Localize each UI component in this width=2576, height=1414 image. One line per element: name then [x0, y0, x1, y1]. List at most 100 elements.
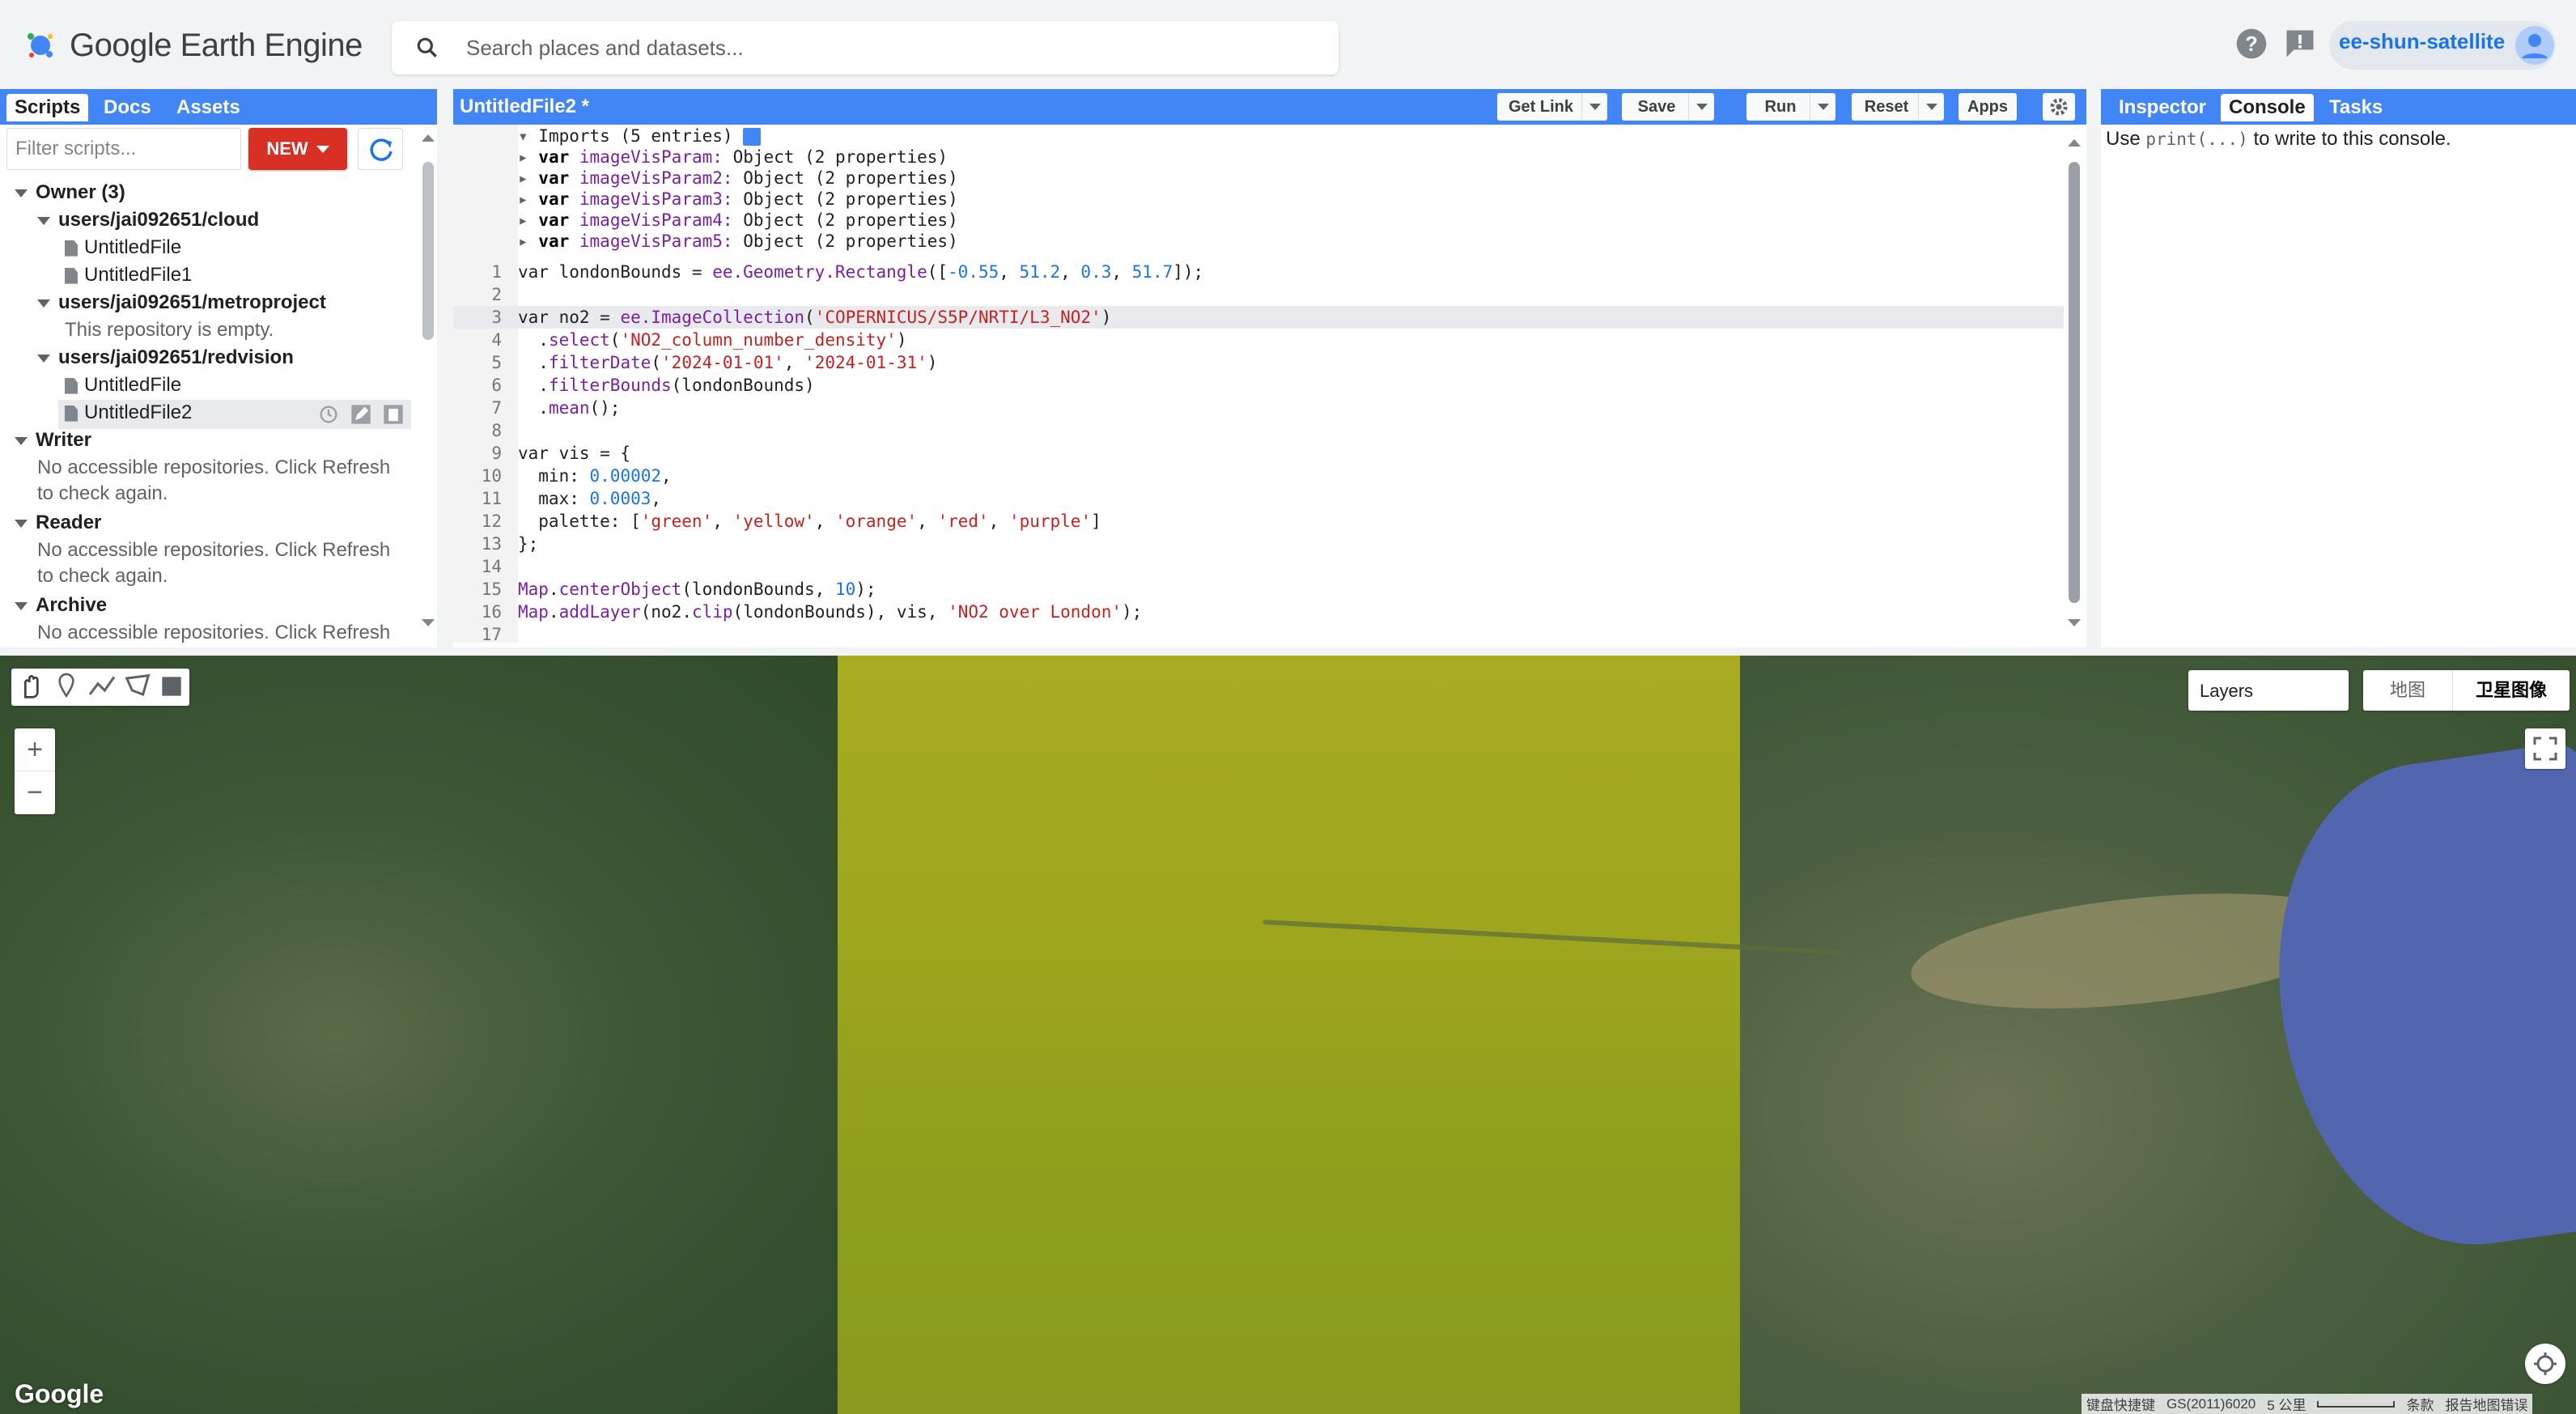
code-token: );	[1122, 602, 1143, 622]
tree-file[interactable]: UntitledFile	[65, 372, 181, 398]
code-line[interactable]: 15 Map.centerObject(londonBounds, 10);	[453, 578, 2064, 601]
tab-console[interactable]: Console	[2221, 94, 2314, 121]
code-token: 51.2	[1019, 262, 1061, 282]
code-line[interactable]: 17	[453, 623, 2064, 643]
code-line[interactable]: 10 min: 0.00002,	[453, 465, 2064, 487]
run-dropdown[interactable]	[1810, 93, 1835, 121]
tree-group-writer[interactable]: Writer	[15, 427, 91, 453]
settings-button[interactable]	[2043, 93, 2075, 121]
editor-scrollbar[interactable]	[2069, 162, 2080, 603]
scroll-up-icon[interactable]	[419, 131, 437, 144]
reset-dropdown[interactable]	[1918, 93, 1944, 121]
terms-link[interactable]: 条款	[2406, 1394, 2434, 1414]
file-title[interactable]: UntitledFile2 *	[460, 96, 589, 118]
avatar-icon[interactable]	[2515, 26, 2554, 65]
code-line[interactable]: 13};	[453, 533, 2064, 555]
reset-button[interactable]: Reset	[1852, 93, 1921, 121]
import-entry[interactable]: ▸ var imageVisParam2: Object (2 properti…	[453, 167, 2064, 189]
tree-group-reader[interactable]: Reader	[15, 510, 101, 536]
tree-repo-metroproject[interactable]: users/jai092651/metroproject	[37, 290, 326, 316]
tree-group-archive[interactable]: Archive	[15, 592, 107, 618]
zoom-out-button[interactable]: −	[15, 771, 55, 813]
code-line[interactable]: 11 max: 0.0003,	[453, 487, 2064, 510]
code-line[interactable]: 4 .select('NO2_column_number_density')	[453, 329, 2064, 351]
tree-file[interactable]: UntitledFile	[65, 235, 181, 261]
run-button[interactable]: Run	[1746, 93, 1814, 121]
import-kw: var	[538, 231, 570, 251]
top-header: Google Earth Engine ? ee-shun-satellite	[0, 0, 2576, 89]
import-entry[interactable]: ▸ var imageVisParam: Object (2 propertie…	[453, 146, 2064, 168]
filter-scripts-input[interactable]	[6, 128, 241, 170]
code-line[interactable]: 9 var vis = {	[453, 442, 2064, 465]
import-entry[interactable]: ▸ var imageVisParam5: Object (2 properti…	[453, 230, 2064, 253]
scroll-down-icon[interactable]	[419, 617, 437, 630]
code-line[interactable]: 5 .filterDate('2024-01-01', '2024-01-31'…	[453, 351, 2064, 374]
code-line[interactable]: 14	[453, 555, 2064, 578]
code-token: max:	[518, 489, 590, 508]
get-link-dropdown[interactable]	[1581, 93, 1607, 121]
tree-repo-redvision[interactable]: users/jai092651/redvision	[37, 345, 294, 371]
search-box[interactable]	[392, 21, 1339, 74]
import-entry[interactable]: ▸ var imageVisParam3: Object (2 properti…	[453, 188, 2064, 210]
google-logo: Google	[15, 1379, 104, 1408]
history-icon[interactable]	[317, 403, 340, 426]
zoom-in-button[interactable]: +	[15, 728, 55, 771]
add-marker-icon[interactable]	[50, 670, 83, 703]
refresh-button[interactable]	[358, 128, 403, 170]
tree-file-selected[interactable]: UntitledFile2	[65, 400, 192, 426]
new-button[interactable]: NEW	[248, 128, 347, 170]
import-entry[interactable]: ▸ var imageVisParam4: Object (2 properti…	[453, 209, 2064, 231]
pan-hand-icon[interactable]	[15, 670, 47, 703]
tab-assets[interactable]: Assets	[168, 94, 248, 121]
layers-button[interactable]: Layers	[2188, 670, 2349, 711]
code-line[interactable]: 16 Map.addLayer(no2.clip(londonBounds), v…	[453, 601, 2064, 623]
code-token: var no2 =	[518, 308, 621, 327]
import-kw: var	[538, 210, 570, 230]
code-line[interactable]: 1 var londonBounds = ee.Geometry.Rectangl…	[453, 261, 2064, 283]
tree-repo-cloud[interactable]: users/jai092651/cloud	[37, 207, 259, 233]
tree-group-owner[interactable]: Owner (3)	[15, 180, 125, 206]
keyboard-shortcuts-link[interactable]: 键盘快捷键	[2086, 1394, 2155, 1414]
code-area[interactable]: ▾ Imports (5 entries) ▸ var imageVisPara…	[453, 125, 2064, 643]
fullscreen-icon	[2533, 737, 2557, 761]
code-token: )	[927, 353, 938, 372]
save-button[interactable]: Save	[1622, 93, 1691, 121]
code-line[interactable]: 12 palette: ['green', 'yellow', 'orange'…	[453, 510, 2064, 533]
map-view[interactable]	[0, 656, 2576, 1414]
left-scrollbar[interactable]	[422, 162, 434, 340]
draw-rectangle-icon[interactable]	[155, 670, 188, 703]
fullscreen-button[interactable]	[2525, 728, 2565, 769]
tab-inspector[interactable]: Inspector	[2111, 94, 2214, 121]
draw-line-icon[interactable]	[86, 670, 118, 703]
delete-icon[interactable]	[382, 403, 405, 426]
help-icon[interactable]: ?	[2234, 26, 2269, 62]
app-logo[interactable]: Google Earth Engine	[24, 23, 363, 68]
imports-doc-icon[interactable]	[743, 128, 762, 146]
imports-header[interactable]: ▾ Imports (5 entries)	[453, 125, 2064, 147]
code-line[interactable]: 8	[453, 419, 2064, 442]
code-line[interactable]: 2	[453, 283, 2064, 306]
report-error-link[interactable]: 报告地图错误	[2445, 1394, 2527, 1414]
my-location-button[interactable]	[2525, 1344, 2565, 1384]
scroll-down-icon[interactable]	[2065, 617, 2083, 630]
code-line-current[interactable]: 3 var no2 = ee.ImageCollection('COPERNICU…	[453, 306, 2064, 329]
tab-scripts[interactable]: Scripts	[6, 94, 89, 121]
tree-label: Writer	[36, 429, 91, 451]
code-token: filterDate	[548, 353, 651, 372]
apps-button[interactable]: Apps	[1959, 93, 2017, 121]
scroll-up-icon[interactable]	[2065, 136, 2083, 149]
tab-docs[interactable]: Docs	[95, 94, 159, 121]
get-link-button[interactable]: Get Link	[1497, 93, 1585, 121]
account-name[interactable]: ee-shun-satellite	[2339, 29, 2505, 54]
tree-file[interactable]: UntitledFile1	[65, 262, 192, 288]
tab-tasks[interactable]: Tasks	[2321, 94, 2391, 121]
map-type-roadmap[interactable]: 地图	[2363, 670, 2452, 711]
map-type-satellite[interactable]: 卫星图像	[2452, 670, 2570, 711]
code-line[interactable]: 6 .filterBounds(londonBounds)	[453, 374, 2064, 397]
draw-polygon-icon[interactable]	[121, 670, 154, 703]
code-line[interactable]: 7 .mean();	[453, 397, 2064, 419]
save-dropdown[interactable]	[1688, 93, 1714, 121]
feedback-icon[interactable]	[2282, 26, 2318, 62]
search-input[interactable]	[466, 29, 1308, 66]
rename-icon[interactable]	[350, 403, 372, 426]
